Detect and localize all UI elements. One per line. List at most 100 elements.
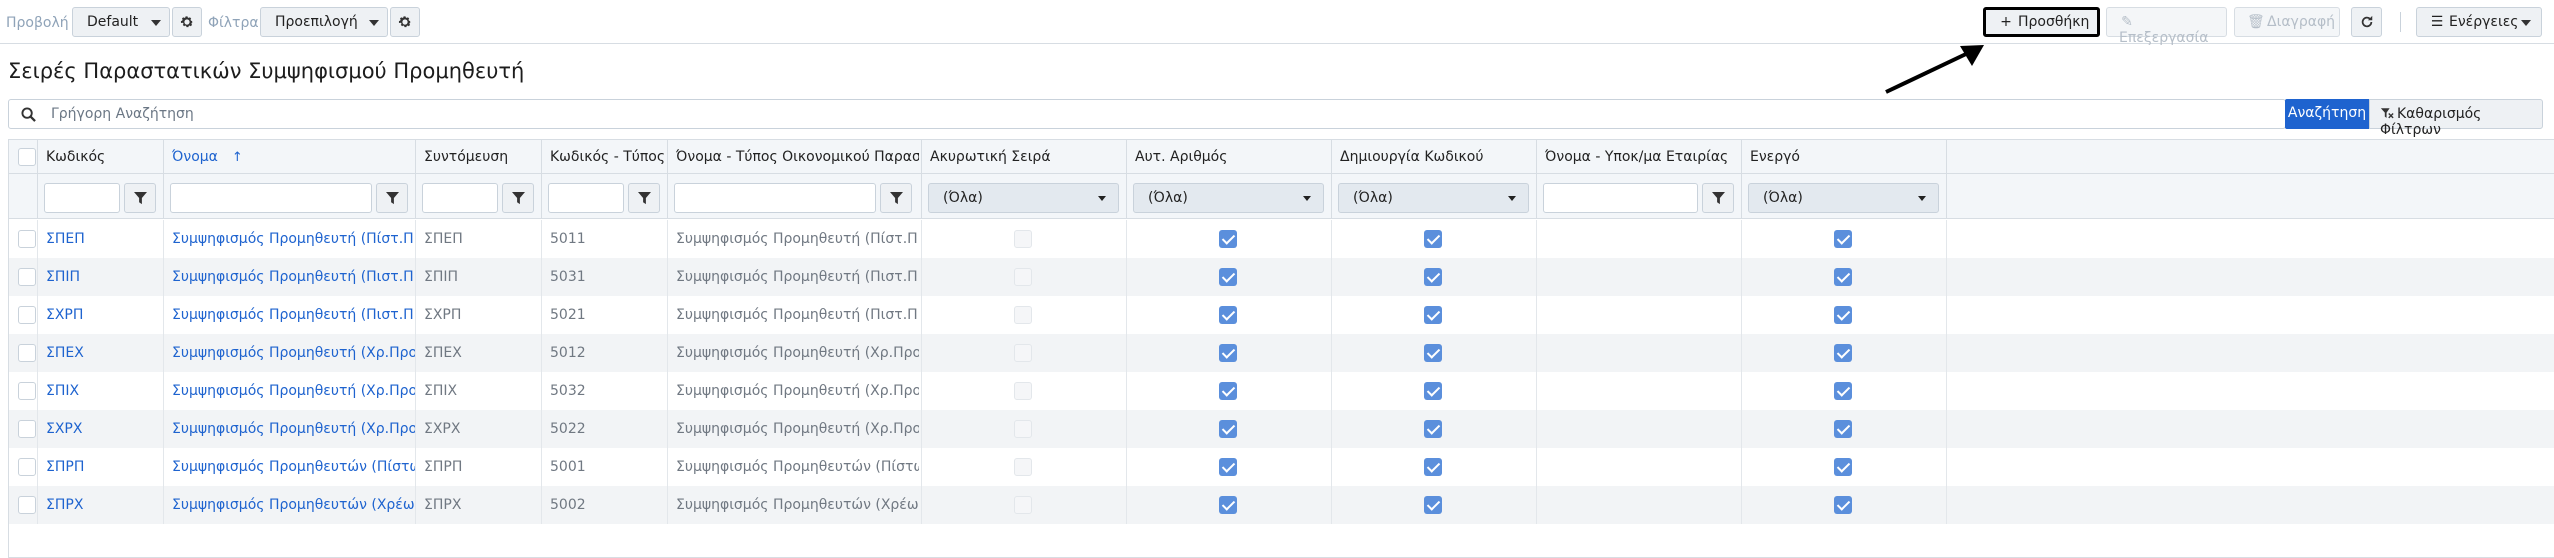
name-cell[interactable]: Συμψηφισμός Προμηθευτών (Χρέωση - Αρνητι… — [163, 486, 415, 524]
table-row[interactable]: ΣΠΕΠΣυμψηφισμός Προμηθευτή (Πίστ.Προμ.-Χ… — [9, 220, 2554, 258]
auto-number-checkbox[interactable] — [1218, 496, 1237, 514]
table-row[interactable]: ΣΧΡΧΣυμψηφισμός Προμηθευτή (Χρ.Προμ.-Πισ… — [9, 410, 2554, 448]
column-header-create-code[interactable]: Δημιουργία Κωδικού — [1331, 140, 1536, 174]
row-select-checkbox[interactable] — [18, 306, 36, 324]
create-code-checkbox[interactable] — [1423, 496, 1442, 514]
column-header-doc-type-code[interactable]: Κωδικός - Τύπος Οικονομικ... — [541, 140, 667, 174]
auto-number-checkbox[interactable] — [1218, 230, 1237, 248]
create-code-checkbox[interactable] — [1423, 382, 1442, 400]
clear-filters-button[interactable]: Καθαρισμός Φίλτρων — [2369, 99, 2543, 138]
filter-select-create-code[interactable]: (Όλα) — [1338, 183, 1529, 213]
column-header-doc-type-name[interactable]: Όνομα - Τύπος Οικονομικού Παραστατικού — [667, 140, 919, 174]
table-row[interactable]: ΣΠΡΧΣυμψηφισμός Προμηθευτών (Χρέωση - Αρ… — [9, 486, 2554, 524]
active-checkbox[interactable] — [1833, 306, 1852, 324]
column-header-name[interactable]: Όνομα ↑ — [163, 140, 415, 174]
code-cell[interactable]: ΣΠΡΠ — [37, 448, 163, 486]
column-header-subsidiary[interactable]: Όνομα - Υποκ/μα Εταιρίας — [1536, 140, 1741, 174]
name-cell[interactable]: Συμψηφισμός Προμηθευτή (Χρ.Προμ.-Πιστ.Χρ… — [163, 410, 415, 448]
name-cell[interactable]: Συμψηφισμός Προμηθευτή (Πιστ.Προμ.-Χρ.Πι… — [163, 258, 415, 296]
subsidiary-cell — [1536, 296, 1741, 334]
row-select-checkbox[interactable] — [18, 382, 36, 400]
view-select[interactable]: Default — [72, 7, 170, 37]
add-button[interactable]: + Προσθήκη — [1983, 7, 2100, 37]
create-code-checkbox[interactable] — [1423, 458, 1442, 476]
auto-number-checkbox[interactable] — [1218, 458, 1237, 476]
name-cell[interactable]: Συμψηφισμός Προμηθευτή (Πιστ.Προμ.-Χρ.Χρ… — [163, 296, 415, 334]
quick-search-input[interactable] — [51, 100, 2271, 128]
code-cell[interactable]: ΣΧΡΧ — [37, 410, 163, 448]
column-header-code[interactable]: Κωδικός — [37, 140, 163, 174]
table-row[interactable]: ΣΧΡΠΣυμψηφισμός Προμηθευτή (Πιστ.Προμ.-Χ… — [9, 296, 2554, 334]
select-all-checkbox[interactable] — [18, 148, 36, 166]
auto-number-checkbox[interactable] — [1218, 306, 1237, 324]
code-cell[interactable]: ΣΠΙΠ — [37, 258, 163, 296]
doc-name-cell: Συμψηφισμός Προμηθευτή (Χρ.Προμ.-Πιστ.Πι… — [667, 372, 919, 410]
filter-input-name[interactable] — [170, 183, 372, 213]
filter-select-cancel-series[interactable]: (Όλα) — [928, 183, 1119, 213]
name-cell[interactable]: Συμψηφισμός Προμηθευτή (Πίστ.Προμ.-Χρ.Πε… — [163, 220, 415, 258]
code-cell[interactable]: ΣΠΙΧ — [37, 372, 163, 410]
edit-button[interactable]: ✎Επεξεργασία — [2106, 7, 2227, 46]
auto-number-checkbox[interactable] — [1218, 344, 1237, 362]
name-cell[interactable]: Συμψηφισμός Προμηθευτή (Χρ.Προμ.-Πιστ.Πε… — [163, 334, 415, 372]
active-checkbox[interactable] — [1833, 458, 1852, 476]
filter-apply-button[interactable] — [502, 183, 534, 213]
create-code-checkbox[interactable] — [1423, 344, 1442, 362]
code-cell[interactable]: ΣΠΕΠ — [37, 220, 163, 258]
doc-name-cell: Συμψηφισμός Προμηθευτή (Χρ.Προμ.-Πιστ.Πε… — [667, 334, 919, 372]
filter-apply-button[interactable] — [628, 183, 660, 213]
view-settings-button[interactable] — [172, 7, 202, 37]
filter-apply-button[interactable] — [376, 183, 408, 213]
filter-select-active[interactable]: (Όλα) — [1748, 183, 1939, 213]
column-header-shortcut[interactable]: Συντόμευση — [415, 140, 541, 174]
filter-apply-button[interactable] — [124, 183, 156, 213]
refresh-button[interactable] — [2351, 7, 2382, 37]
auto-number-checkbox[interactable] — [1218, 382, 1237, 400]
row-select-cell — [9, 258, 37, 296]
filter-input-code[interactable] — [44, 183, 120, 213]
filter-input-doc-code[interactable] — [548, 183, 624, 213]
filter-select[interactable]: Προεπιλογή — [260, 7, 388, 37]
active-checkbox[interactable] — [1833, 382, 1852, 400]
create-code-checkbox[interactable] — [1423, 420, 1442, 438]
create-code-checkbox[interactable] — [1423, 268, 1442, 286]
create-code-checkbox[interactable] — [1423, 306, 1442, 324]
row-select-checkbox[interactable] — [18, 344, 36, 362]
row-select-checkbox[interactable] — [18, 268, 36, 286]
filter-input-subsidiary[interactable] — [1543, 183, 1698, 213]
filter-apply-button[interactable] — [1702, 183, 1734, 213]
code-cell[interactable]: ΣΧΡΠ — [37, 296, 163, 334]
actions-menu-button[interactable]: ☰ Ενέργειες — [2416, 7, 2542, 37]
active-checkbox[interactable] — [1833, 420, 1852, 438]
table-row[interactable]: ΣΠΙΠΣυμψηφισμός Προμηθευτή (Πιστ.Προμ.-Χ… — [9, 258, 2554, 296]
auto-number-checkbox[interactable] — [1218, 420, 1237, 438]
active-checkbox[interactable] — [1833, 230, 1852, 248]
search-button[interactable]: Αναζήτηση — [2285, 99, 2369, 129]
filter-select-auto-number[interactable]: (Όλα) — [1133, 183, 1324, 213]
row-select-cell — [9, 486, 37, 524]
name-cell[interactable]: Συμψηφισμός Προμηθευτών (Πίστωση - Αρνητ… — [163, 448, 415, 486]
code-cell[interactable]: ΣΠΡΧ — [37, 486, 163, 524]
filter-input-shortcut[interactable] — [422, 183, 498, 213]
column-header-auto-number[interactable]: Αυτ. Αριθμός — [1126, 140, 1331, 174]
column-header-active[interactable]: Ενεργό — [1741, 140, 1946, 174]
filter-settings-button[interactable] — [390, 7, 420, 37]
active-checkbox[interactable] — [1833, 268, 1852, 286]
row-select-checkbox[interactable] — [18, 458, 36, 476]
row-select-checkbox[interactable] — [18, 496, 36, 514]
name-cell[interactable]: Συμψηφισμός Προμηθευτή (Χρ.Προμ.-Πιστ.Πι… — [163, 372, 415, 410]
filter-input-doc-name[interactable] — [674, 183, 876, 213]
active-checkbox[interactable] — [1833, 496, 1852, 514]
code-cell[interactable]: ΣΠΕΧ — [37, 334, 163, 372]
table-row[interactable]: ΣΠΕΧΣυμψηφισμός Προμηθευτή (Χρ.Προμ.-Πισ… — [9, 334, 2554, 372]
filter-apply-button[interactable] — [880, 183, 912, 213]
create-code-checkbox[interactable] — [1423, 230, 1442, 248]
delete-button[interactable]: 🗑 Διαγραφή — [2234, 7, 2340, 37]
auto-number-checkbox[interactable] — [1218, 268, 1237, 286]
table-row[interactable]: ΣΠΙΧΣυμψηφισμός Προμηθευτή (Χρ.Προμ.-Πισ… — [9, 372, 2554, 410]
row-select-checkbox[interactable] — [18, 420, 36, 438]
row-select-checkbox[interactable] — [18, 230, 36, 248]
table-row[interactable]: ΣΠΡΠΣυμψηφισμός Προμηθευτών (Πίστωση - Α… — [9, 448, 2554, 486]
column-header-cancel-series[interactable]: Ακυρωτική Σειρά — [921, 140, 1126, 174]
active-checkbox[interactable] — [1833, 344, 1852, 362]
